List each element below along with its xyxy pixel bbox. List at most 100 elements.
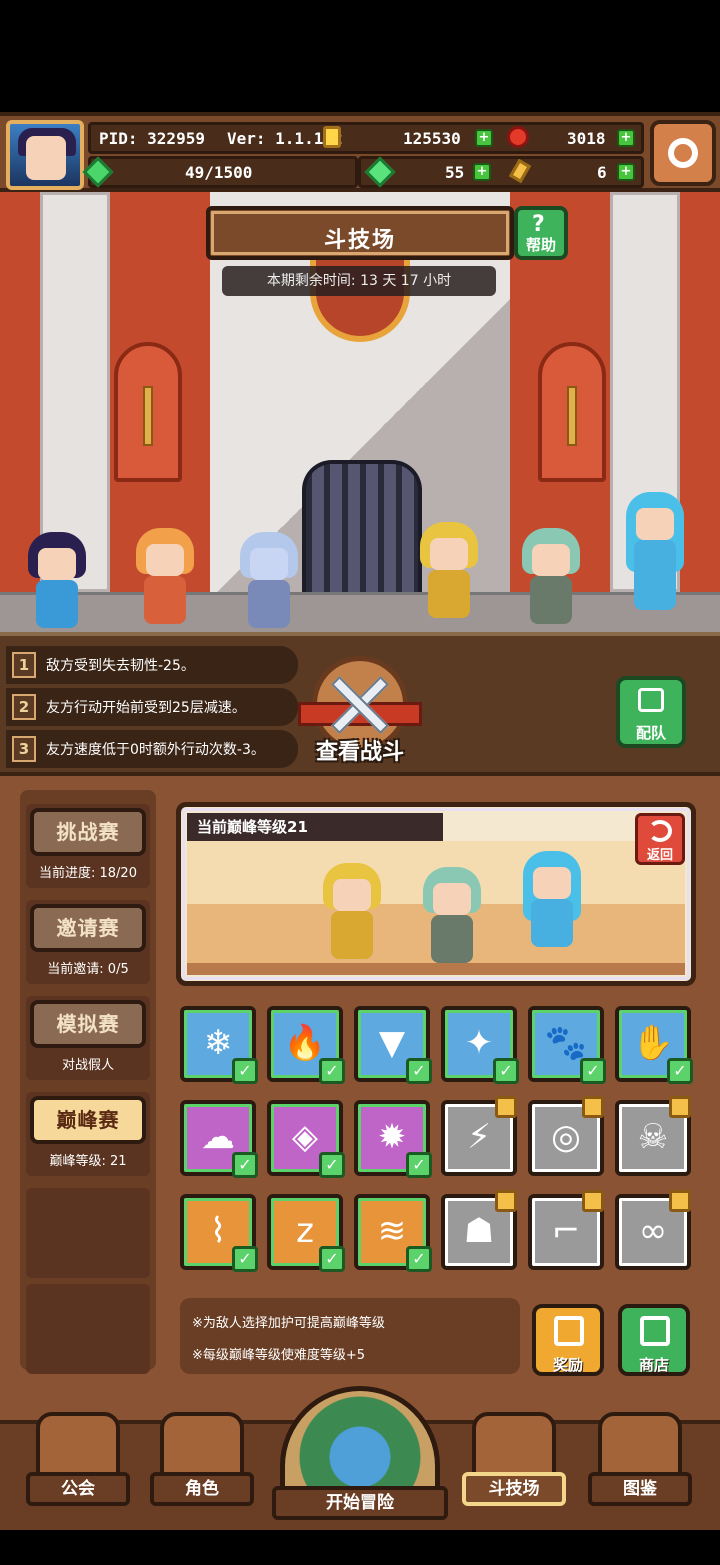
- add-ruby-button[interactable]: +: [617, 129, 635, 147]
- paw-icon: 🐾: [544, 1023, 588, 1063]
- blessing-infinity-tile[interactable]: ∞: [615, 1190, 691, 1270]
- add-gold-button[interactable]: +: [475, 129, 493, 147]
- mode-simulation[interactable]: 模拟赛 对战假人: [26, 996, 150, 1080]
- resource-row: 55 + 6 +: [358, 156, 644, 188]
- snowflake-icon: ❄: [203, 1023, 233, 1063]
- nav-start-adventure[interactable]: 开始冒险: [272, 1386, 448, 1526]
- check-icon: ✓: [232, 1058, 258, 1084]
- hero-sprite[interactable]: [414, 522, 484, 622]
- blessing-mushroom-tile[interactable]: ☁ ✓: [180, 1100, 258, 1178]
- blessing-gear-tile[interactable]: ◎: [528, 1096, 604, 1176]
- modifier-text: 敌方受到失去韧性-25。: [46, 658, 195, 674]
- enemy-sprite: [317, 863, 387, 963]
- sword-icon: [567, 386, 577, 446]
- check-icon: ✓: [406, 1058, 432, 1084]
- hero-sprite[interactable]: [620, 492, 690, 622]
- check-icon: ✓: [406, 1246, 432, 1272]
- blessing-hand-tile[interactable]: ✋ ✓: [615, 1006, 693, 1084]
- key-icon: [508, 158, 532, 184]
- view-battle-label[interactable]: 查看战斗: [298, 734, 422, 766]
- blessing-paw-tile[interactable]: 🐾 ✓: [528, 1006, 606, 1084]
- mode-simulation-button[interactable]: 模拟赛: [30, 1000, 146, 1048]
- mode-peak-level: 巅峰等级: 21: [49, 1154, 127, 1169]
- gem-amount: 55: [445, 163, 465, 182]
- shop-label: 商店: [638, 1356, 669, 1374]
- shop-button[interactable]: 商店: [618, 1304, 690, 1376]
- mode-challenge-button[interactable]: 挑战赛: [30, 808, 146, 856]
- mode-empty-slot: [26, 1188, 150, 1278]
- modifier-number: 1: [12, 652, 36, 678]
- check-icon: ✓: [580, 1058, 606, 1084]
- help-button[interactable]: ? 帮助: [514, 206, 568, 260]
- blessing-sleep-tile[interactable]: z ✓: [267, 1194, 345, 1272]
- enemy-sprite: [517, 851, 587, 971]
- shop-icon: [640, 1316, 670, 1346]
- blessing-lightning-tile[interactable]: ⚡: [441, 1096, 517, 1176]
- key-amount: 6: [597, 163, 607, 182]
- lock-icon: [582, 1096, 604, 1118]
- mode-empty-slot: [26, 1284, 150, 1374]
- mode-invite-button[interactable]: 邀请赛: [30, 904, 146, 952]
- blessing-wave-tile[interactable]: ≋ ✓: [354, 1194, 432, 1272]
- system-bar: [0, 1530, 720, 1565]
- cog-icon: ◎: [551, 1117, 581, 1157]
- note-line: ※每级巅峰等级使难度等级+5: [192, 1348, 366, 1363]
- nav-arena-label: 斗技场: [462, 1472, 566, 1506]
- modifier-text: 友方行动开始前受到25层减速。: [46, 700, 246, 716]
- mode-invite[interactable]: 邀请赛 当前邀请: 0/5: [26, 900, 150, 984]
- hero-sprite[interactable]: [130, 528, 200, 628]
- blessing-burst-tile[interactable]: ✹ ✓: [354, 1100, 432, 1178]
- nav-codex-label: 图鉴: [588, 1472, 692, 1506]
- hero-sprite[interactable]: [234, 532, 304, 632]
- blessing-tornado-tile[interactable]: ▼ ✓: [354, 1006, 432, 1084]
- modifier-item: 2 友方行动开始前受到25层减速。: [6, 688, 298, 726]
- team-icon: [638, 688, 664, 712]
- season-timer: 本期剩余时间: 13 天 17 小时: [222, 266, 496, 296]
- add-gem-button[interactable]: +: [473, 163, 491, 181]
- infinity-icon: ∞: [638, 1211, 668, 1251]
- modifier-item: 1 敌方受到失去韧性-25。: [6, 646, 298, 684]
- blessing-fire-tile[interactable]: 🔥 ✓: [267, 1006, 345, 1084]
- currency-row: PID: 322959 Ver: 1.1.1.2 125530 + 3018 +: [88, 122, 644, 154]
- sleep-icon: z: [296, 1211, 314, 1251]
- reward-button[interactable]: 奖励: [532, 1304, 604, 1376]
- player-id: PID: 322959: [99, 129, 205, 148]
- shell-icon: ⌇: [209, 1211, 227, 1251]
- add-key-button[interactable]: +: [617, 163, 635, 181]
- tornado-icon: ▼: [378, 1023, 406, 1063]
- arena-main-panel: 挑战赛 当前进度: 18/20 邀请赛 当前邀请: 0/5 模拟赛 对战假人 巅…: [0, 772, 720, 1420]
- check-icon: ✓: [406, 1152, 432, 1178]
- arena-title-banner: 斗技场: [206, 206, 514, 260]
- bottom-navigation: 公会 角色 开始冒险 斗技场 图鉴: [0, 1386, 720, 1530]
- blessing-ghost-tile[interactable]: ☗: [441, 1190, 517, 1270]
- player-avatar[interactable]: [6, 120, 84, 190]
- peak-notes: ※为敌人选择加护可提高巅峰等级 ※每级巅峰等级使难度等级+5: [180, 1298, 520, 1374]
- mode-peak-button[interactable]: 巅峰赛: [30, 1096, 146, 1144]
- left-niche: [114, 342, 182, 482]
- stamina-value: 49/1500: [185, 163, 253, 182]
- team-setup-button[interactable]: 配队: [616, 676, 686, 748]
- note-line: ※为敌人选择加护可提高巅峰等级: [192, 1316, 385, 1331]
- gear-icon: [668, 138, 698, 168]
- burst-icon: ✹: [377, 1117, 407, 1157]
- right-niche: [538, 342, 606, 482]
- hero-sprite[interactable]: [22, 532, 92, 632]
- check-icon: ✓: [319, 1058, 345, 1084]
- mode-challenge-progress: 当前进度: 18/20: [39, 866, 137, 881]
- mode-challenge[interactable]: 挑战赛 当前进度: 18/20: [26, 804, 150, 888]
- top-hud: PID: 322959 Ver: 1.1.1.2 125530 + 3018 +…: [0, 112, 720, 192]
- blessing-skull-tile[interactable]: ☠: [615, 1096, 691, 1176]
- hero-sprite[interactable]: [516, 528, 586, 628]
- flame-icon: 🔥: [283, 1023, 327, 1063]
- arena-scene: 斗技场 ? 帮助 本期剩余时间: 13 天 17 小时: [0, 192, 720, 632]
- blessing-sparkle-tile[interactable]: ✦ ✓: [441, 1006, 519, 1084]
- blessing-frost-tile[interactable]: ❄ ✓: [180, 1006, 258, 1084]
- mode-peak[interactable]: 巅峰赛 巅峰等级: 21: [26, 1092, 150, 1176]
- blessing-pickaxe-tile[interactable]: ⌐: [528, 1190, 604, 1270]
- enemy-sprite: [417, 867, 487, 967]
- blessing-shield-tile[interactable]: ◈ ✓: [267, 1100, 345, 1178]
- settings-button[interactable]: [650, 120, 716, 186]
- return-button[interactable]: 返回: [635, 813, 685, 865]
- blessing-shell-tile[interactable]: ⌇ ✓: [180, 1194, 258, 1272]
- nav-adventure-label: 开始冒险: [272, 1486, 448, 1520]
